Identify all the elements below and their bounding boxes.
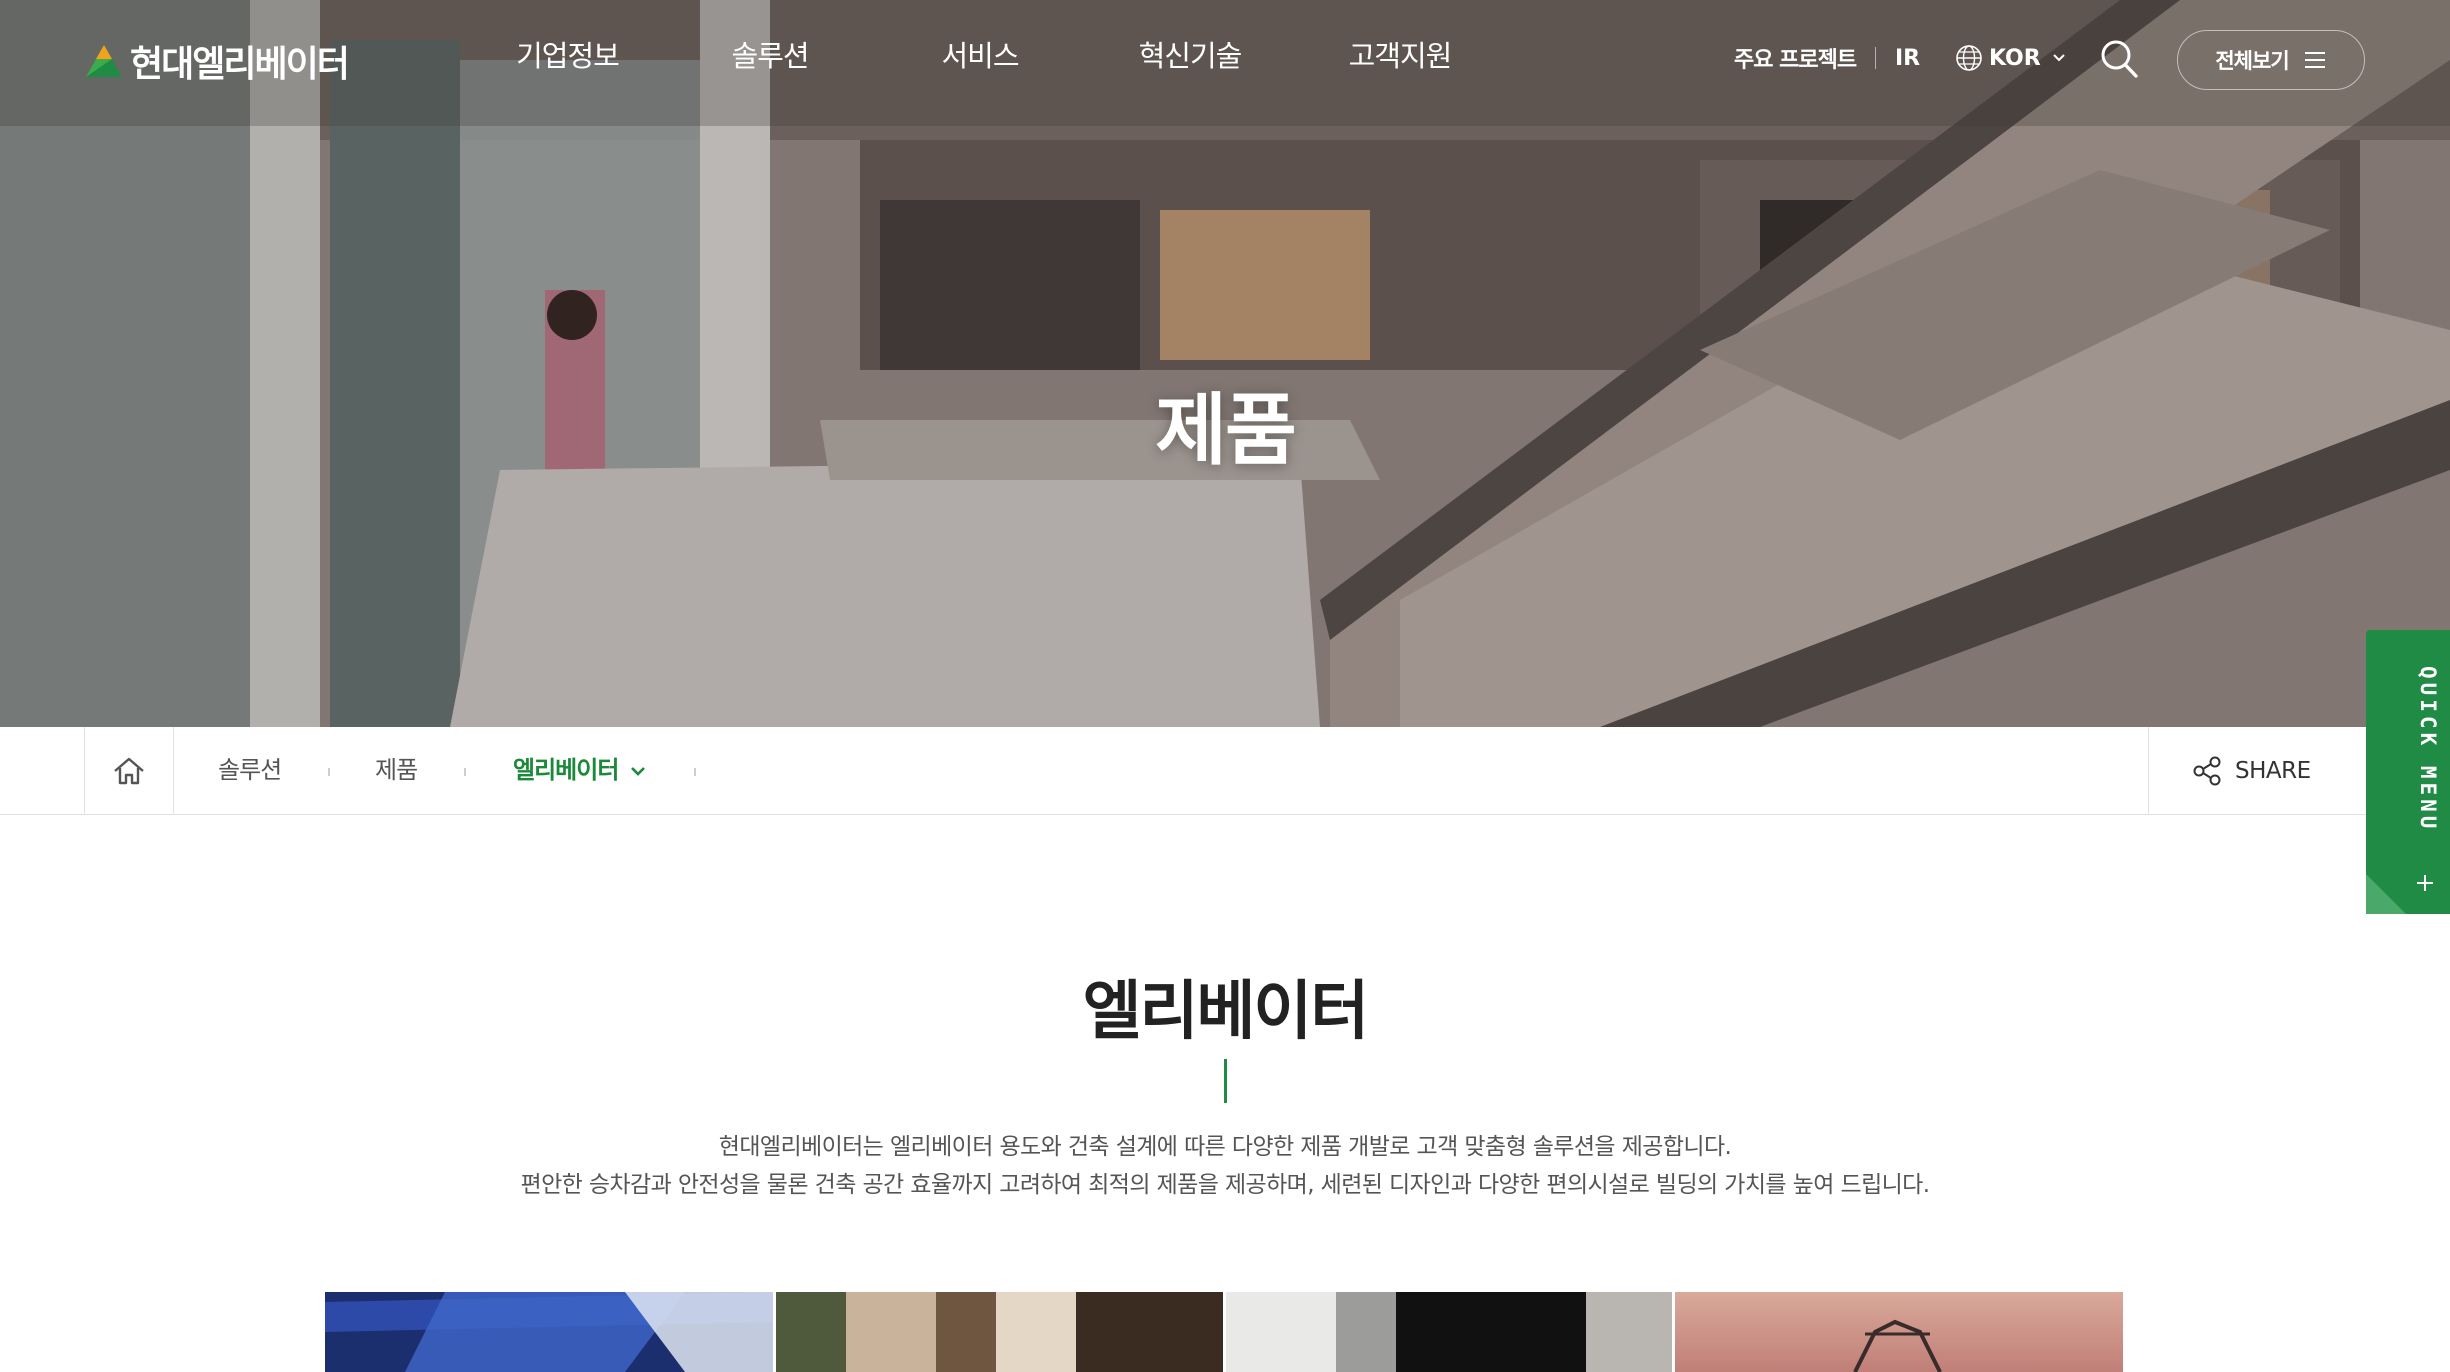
intro-text-line-1: 현대엘리베이터는 엘리베이터 용도와 건축 설계에 따른 다양한 제품 개발로 …: [718, 1134, 1732, 1160]
breadcrumb: 솔루션 제품 엘리베이터: [0, 727, 2450, 815]
home-icon: [114, 757, 144, 784]
site-logo[interactable]: 현대엘리베이터: [84, 36, 350, 86]
nav-item-solution[interactable]: 솔루션: [665, 36, 875, 76]
breadcrumb-separator: [328, 768, 330, 776]
page-title: 엘리베이터: [1082, 975, 1369, 1049]
share-icon: [2193, 756, 2221, 785]
nav-item-support[interactable]: 고객지원: [1295, 36, 1505, 76]
product-thumbnails: [325, 1292, 2125, 1372]
product-thumbnail[interactable]: [776, 1292, 1223, 1372]
projects-link[interactable]: 주요 프로젝트: [1734, 36, 1857, 80]
product-image: [776, 1292, 1223, 1372]
search-button[interactable]: [2098, 36, 2140, 80]
breadcrumb-item-product[interactable]: 제품: [375, 727, 418, 814]
product-image: [325, 1292, 773, 1372]
product-image: [1675, 1292, 2123, 1372]
quick-menu-label: QUICK MENU: [2416, 666, 2440, 833]
search-icon: [2101, 40, 2138, 78]
breadcrumb-item-elevator[interactable]: 엘리베이터: [513, 727, 646, 814]
hero-title: 제품: [1155, 386, 1297, 476]
product-thumbnail[interactable]: [1675, 1292, 2123, 1372]
intro-text-line-2: 편안한 승차감과 안전성을 물론 건축 공간 효율까지 고려하여 최적의 제품을…: [520, 1172, 1931, 1198]
plus-icon: [2417, 875, 2433, 891]
breadcrumb-current-label: 엘리베이터: [513, 756, 619, 784]
breadcrumb-separator: [464, 768, 466, 776]
globe-icon: [1956, 45, 1982, 71]
chevron-down-icon: [631, 767, 646, 776]
logo-mark-icon: [86, 45, 122, 77]
breadcrumb-home[interactable]: [84, 727, 174, 814]
hamburger-icon: [2304, 52, 2325, 68]
all-menu-label: 전체보기: [2215, 49, 2289, 73]
nav-item-innovation[interactable]: 혁신기술: [1085, 36, 1295, 76]
quick-menu-button[interactable]: QUICK MENU: [2366, 630, 2450, 914]
chevron-down-icon: [2052, 54, 2065, 62]
logo-text: 현대엘리베이터: [130, 44, 350, 85]
nav-item-company[interactable]: 기업정보: [470, 36, 665, 76]
share-label: SHARE: [2235, 757, 2311, 784]
all-menu-button[interactable]: 전체보기: [2177, 30, 2365, 90]
ir-link[interactable]: IR: [1895, 36, 1920, 80]
share-button[interactable]: SHARE: [2148, 727, 2368, 814]
quick-menu-corner: [2366, 874, 2406, 914]
breadcrumb-item-solution[interactable]: 솔루션: [218, 727, 282, 814]
site-header: 현대엘리베이터 기업정보 솔루션 서비스 혁신기술 고객지원 주요 프로젝트 I…: [0, 0, 2450, 126]
nav-item-service[interactable]: 서비스: [875, 36, 1085, 76]
language-selector[interactable]: KOR: [1955, 36, 2067, 80]
main-nav: 기업정보 솔루션 서비스 혁신기술 고객지원: [470, 36, 1505, 76]
product-thumbnail[interactable]: [1226, 1292, 1672, 1372]
util-divider: [1875, 47, 1876, 69]
breadcrumb-separator: [694, 768, 696, 776]
product-thumbnail[interactable]: [325, 1292, 773, 1372]
language-label: KOR: [1989, 45, 2041, 71]
title-divider: [1224, 1059, 1227, 1103]
product-image: [1226, 1292, 1672, 1372]
